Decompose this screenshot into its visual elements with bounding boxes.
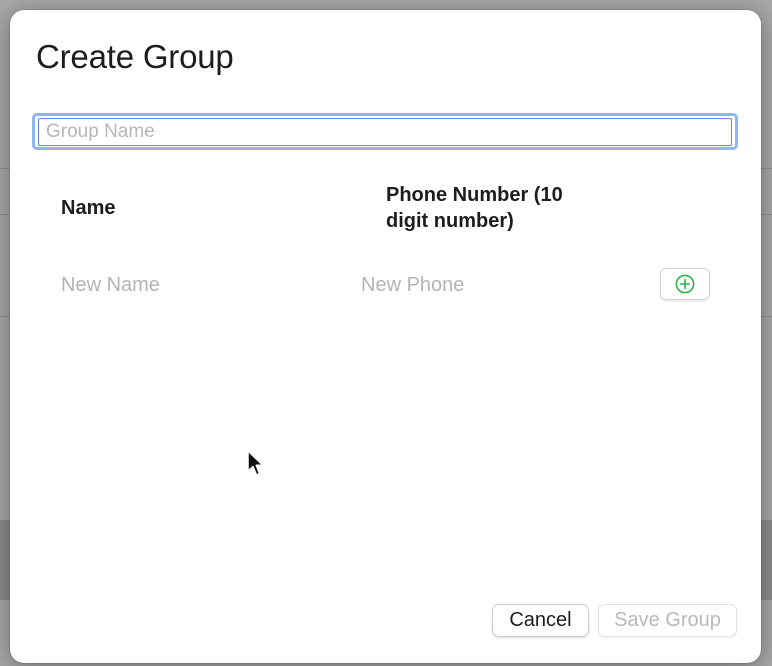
column-header-phone: Phone Number (10 digit number) (386, 184, 563, 232)
plus-circle-icon (675, 274, 695, 294)
column-header-name: Name (61, 197, 116, 219)
group-name-focus-ring (32, 113, 738, 150)
new-name-input[interactable] (61, 270, 321, 300)
new-phone-input[interactable] (361, 270, 621, 300)
add-member-button[interactable] (660, 268, 710, 300)
create-group-dialog: Create Group Name Phone Number (10 digit… (10, 10, 761, 663)
dialog-title: Create Group (36, 38, 234, 75)
group-name-input[interactable] (38, 118, 732, 146)
save-group-button[interactable]: Save Group (598, 604, 737, 637)
mouse-pointer-icon (247, 450, 264, 476)
cancel-button[interactable]: Cancel (492, 604, 589, 637)
